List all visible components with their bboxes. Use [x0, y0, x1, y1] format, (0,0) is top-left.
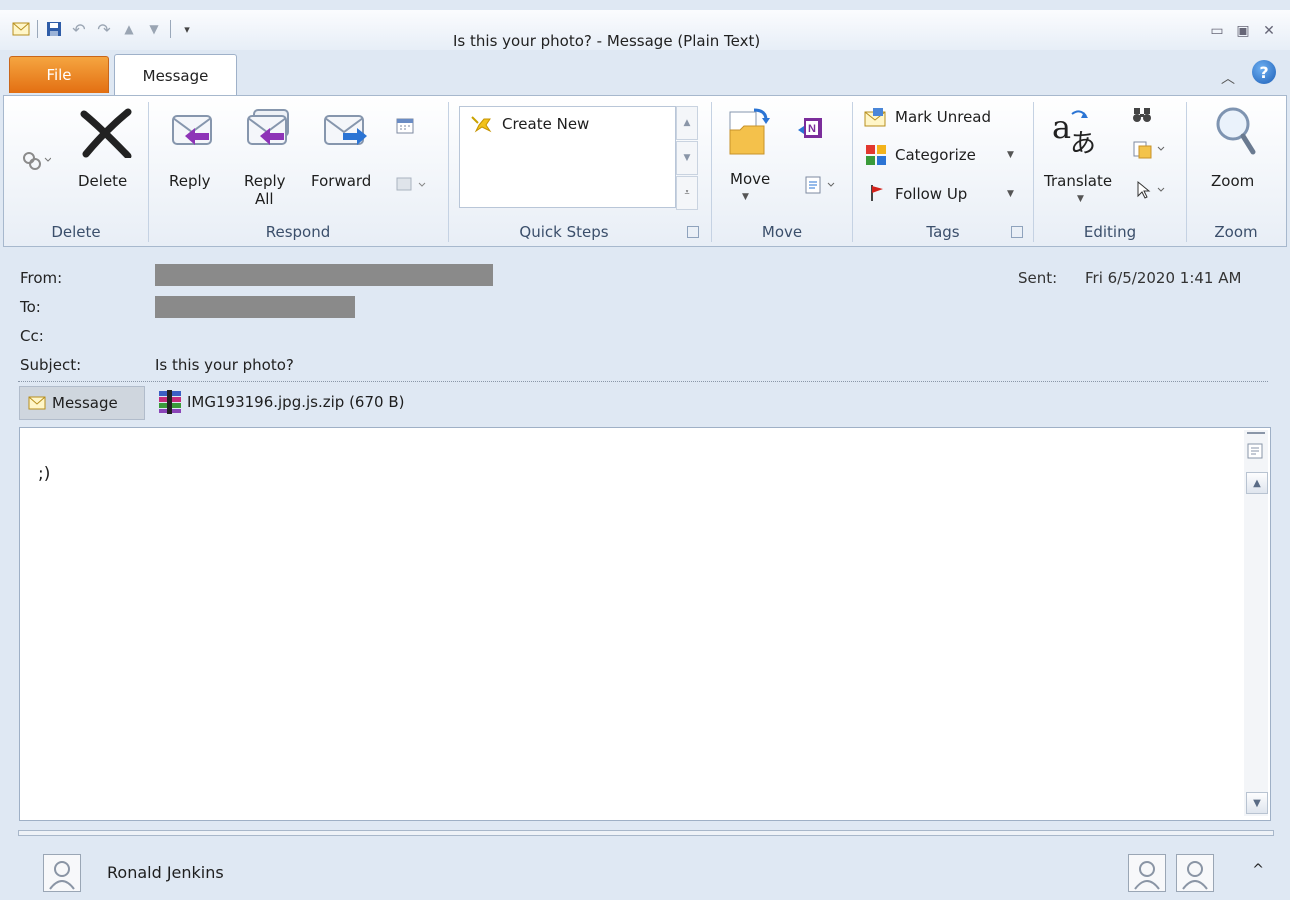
previous-item-icon[interactable]: ▲: [120, 20, 138, 38]
group-label-move: Move: [761, 223, 803, 241]
rules-icon[interactable]: [804, 176, 840, 198]
svg-text:あ: あ: [1070, 129, 1096, 158]
ribbon-group-zoom: Zoom Zoom: [1187, 96, 1285, 246]
minimize-ribbon-icon[interactable]: ︿: [1221, 68, 1235, 88]
save-icon[interactable]: [45, 20, 63, 38]
ruler-icon[interactable]: [1246, 442, 1266, 466]
title-bar: ↶ ↷ ▲ ▼ ▾ Is this your photo? - Message …: [0, 10, 1290, 50]
message-view-tab[interactable]: Message: [19, 386, 145, 420]
categorize-dropdown-icon[interactable]: ▼: [1007, 150, 1014, 160]
translate-dropdown-icon[interactable]: ▼: [1077, 194, 1084, 204]
sender-name[interactable]: Ronald Jenkins: [107, 863, 224, 882]
expand-people-pane-icon[interactable]: ^: [1252, 862, 1264, 878]
zoom-magnifier-icon[interactable]: [1211, 104, 1259, 162]
envelope-icon: [28, 396, 46, 410]
scroll-down-icon[interactable]: ▼: [676, 141, 698, 175]
quick-access-toolbar: ↶ ↷ ▲ ▼ ▾: [12, 20, 196, 39]
cc-label: Cc:: [20, 327, 44, 345]
toolbar-separator: [170, 20, 171, 38]
ribbon-group-quick-steps: Create New ▲ ▼ ⩡ Quick Steps: [4, 96, 714, 246]
vertical-scrollbar[interactable]: ▲ ▼: [1244, 430, 1268, 816]
follow-up-dropdown-icon[interactable]: ▼: [1007, 189, 1014, 199]
move-folder-icon[interactable]: [726, 106, 772, 162]
expand-gallery-icon[interactable]: ⩡: [676, 176, 698, 210]
sent-value: Fri 6/5/2020 1:41 AM: [1085, 269, 1242, 287]
from-label: From:: [20, 269, 63, 287]
svg-text:N: N: [808, 123, 816, 135]
subject-value: Is this your photo?: [155, 356, 294, 374]
people-pane: Ronald Jenkins ^: [0, 846, 1290, 900]
categorize-icon[interactable]: [865, 144, 887, 170]
tags-launcher-icon[interactable]: [1011, 226, 1023, 238]
attachment-item[interactable]: IMG193196.jpg.js.zip (670 B): [157, 390, 404, 414]
next-item-icon[interactable]: ▼: [145, 20, 163, 38]
help-icon[interactable]: ?: [1252, 60, 1276, 84]
group-label-quick-steps: Quick Steps: [519, 223, 609, 241]
to-label: To:: [20, 298, 41, 316]
create-new-quick-step[interactable]: Create New: [502, 115, 589, 133]
related-icon[interactable]: [1132, 140, 1166, 164]
maximize-icon[interactable]: ▣: [1234, 22, 1252, 40]
people-pane-divider[interactable]: [18, 830, 1274, 836]
group-label-editing: Editing: [1083, 223, 1137, 241]
header-divider: [18, 381, 1268, 382]
move-dropdown-icon[interactable]: ▼: [742, 192, 749, 202]
zip-archive-icon: [159, 390, 181, 414]
window-title: Is this your photo? - Message (Plain Tex…: [453, 32, 761, 50]
find-binoculars-icon[interactable]: [1132, 106, 1152, 128]
follow-up-button[interactable]: Follow Up: [895, 185, 967, 203]
onenote-icon[interactable]: N: [798, 116, 824, 144]
tab-message[interactable]: Message: [114, 54, 237, 97]
window-controls: ▭ ▣ ✕: [1208, 22, 1278, 40]
translate-icon[interactable]: aあ: [1050, 106, 1098, 162]
mark-unread-button[interactable]: Mark Unread: [895, 108, 991, 126]
create-new-icon: [470, 115, 492, 137]
zoom-button[interactable]: Zoom: [1211, 172, 1254, 190]
mark-unread-icon[interactable]: [863, 108, 887, 132]
from-value-redacted: [155, 264, 493, 286]
to-value-redacted: [155, 296, 355, 318]
customize-toolbar-icon[interactable]: ▾: [178, 20, 196, 38]
quick-steps-scroller: ▲ ▼ ⩡: [676, 106, 698, 210]
scroll-up-icon[interactable]: ▲: [676, 106, 698, 140]
minimize-icon[interactable]: ▭: [1208, 22, 1226, 40]
ribbon-tab-row: File Message ︿ ?: [0, 50, 1290, 97]
recipient-avatar[interactable]: [1176, 854, 1214, 892]
ribbon-group-move: Move ▼ N Move: [712, 96, 852, 246]
recipient-avatar[interactable]: [1128, 854, 1166, 892]
categorize-button[interactable]: Categorize: [895, 146, 976, 164]
ribbon-group-tags: Mark Unread Categorize ▼ Follow Up ▼ Tag…: [853, 96, 1033, 246]
group-label-tags: Tags: [926, 223, 960, 241]
scroll-up-arrow-icon[interactable]: ▲: [1246, 472, 1268, 494]
envelope-app-icon[interactable]: [12, 20, 30, 38]
svg-text:a: a: [1052, 108, 1071, 146]
group-label-zoom: Zoom: [1214, 223, 1258, 241]
split-handle[interactable]: [1247, 432, 1265, 438]
redo-icon[interactable]: ↷: [95, 20, 113, 39]
sent-label: Sent:: [1018, 269, 1058, 287]
sender-avatar[interactable]: [43, 854, 81, 892]
scroll-down-arrow-icon[interactable]: ▼: [1246, 792, 1268, 814]
ribbon: Delete Delete Reply Reply All Forward Re…: [3, 95, 1287, 247]
undo-icon[interactable]: ↶: [70, 20, 88, 39]
outlook-message-window: ↶ ↷ ▲ ▼ ▾ Is this your photo? - Message …: [0, 0, 1290, 900]
tab-file[interactable]: File: [9, 56, 109, 93]
message-body[interactable]: ;) ▲ ▼: [19, 427, 1271, 821]
message-body-text: ;): [38, 464, 51, 484]
toolbar-separator: [37, 20, 38, 38]
translate-button[interactable]: Translate: [1044, 172, 1112, 190]
ribbon-group-editing: aあ Translate ▼ Editing: [1034, 96, 1186, 246]
close-icon[interactable]: ✕: [1260, 22, 1278, 40]
follow-up-flag-icon[interactable]: [869, 184, 885, 206]
attachment-filename: IMG193196.jpg.js.zip (670 B): [187, 393, 405, 411]
message-tab-label: Message: [52, 394, 118, 412]
select-cursor-icon[interactable]: [1134, 180, 1168, 204]
subject-label: Subject:: [20, 356, 82, 374]
move-button[interactable]: Move: [730, 170, 770, 188]
quick-steps-gallery[interactable]: Create New: [459, 106, 676, 208]
quick-steps-launcher-icon[interactable]: [687, 226, 699, 238]
